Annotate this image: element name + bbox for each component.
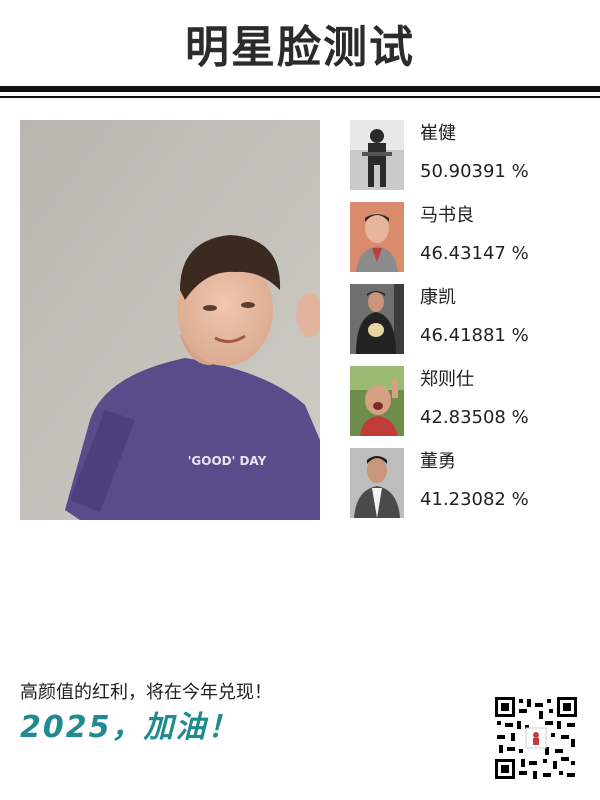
similarity-score: 46.43147 % bbox=[420, 243, 529, 264]
header-divider-thin bbox=[0, 96, 600, 98]
header-divider-thick bbox=[0, 86, 600, 92]
result-item[interactable]: 郑则仕 42.83508 % bbox=[350, 366, 590, 436]
celebrity-name: 马书良 bbox=[420, 205, 474, 226]
shirt-text: 'GOOD' DAY bbox=[188, 454, 267, 468]
celebrity-thumb-icon bbox=[350, 202, 404, 272]
header: 明星脸测试 bbox=[0, 0, 600, 86]
celebrity-name: 郑则仕 bbox=[420, 369, 474, 390]
celebrity-thumb-icon bbox=[350, 120, 404, 190]
person-photo-icon: 'GOOD' DAY bbox=[20, 120, 320, 520]
celebrity-thumb-icon bbox=[350, 366, 404, 436]
uploaded-photo: 'GOOD' DAY bbox=[20, 120, 320, 520]
celebrity-thumb-icon bbox=[350, 284, 404, 354]
result-item[interactable]: 崔健 50.90391 % bbox=[350, 120, 590, 190]
qr-code-icon[interactable] bbox=[493, 695, 579, 781]
similarity-score: 46.41881 % bbox=[420, 325, 529, 346]
page-title: 明星脸测试 bbox=[185, 22, 415, 73]
result-item[interactable]: 马书良 46.43147 % bbox=[350, 202, 590, 272]
slogan-line2: 2025，加油！ bbox=[20, 710, 240, 745]
celebrity-name: 董勇 bbox=[420, 451, 456, 472]
result-item[interactable]: 康凯 46.41881 % bbox=[350, 284, 590, 354]
similarity-score: 42.83508 % bbox=[420, 407, 529, 428]
similarity-score: 50.90391 % bbox=[420, 161, 529, 182]
celebrity-name: 崔健 bbox=[420, 123, 456, 144]
celebrity-name: 康凯 bbox=[420, 287, 456, 308]
result-item[interactable]: 董勇 41.23082 % bbox=[350, 448, 590, 518]
slogan-line1: 高颜值的红利，将在今年兑现！ bbox=[20, 682, 272, 703]
celebrity-thumb-icon bbox=[350, 448, 404, 518]
similarity-score: 41.23082 % bbox=[420, 489, 529, 510]
